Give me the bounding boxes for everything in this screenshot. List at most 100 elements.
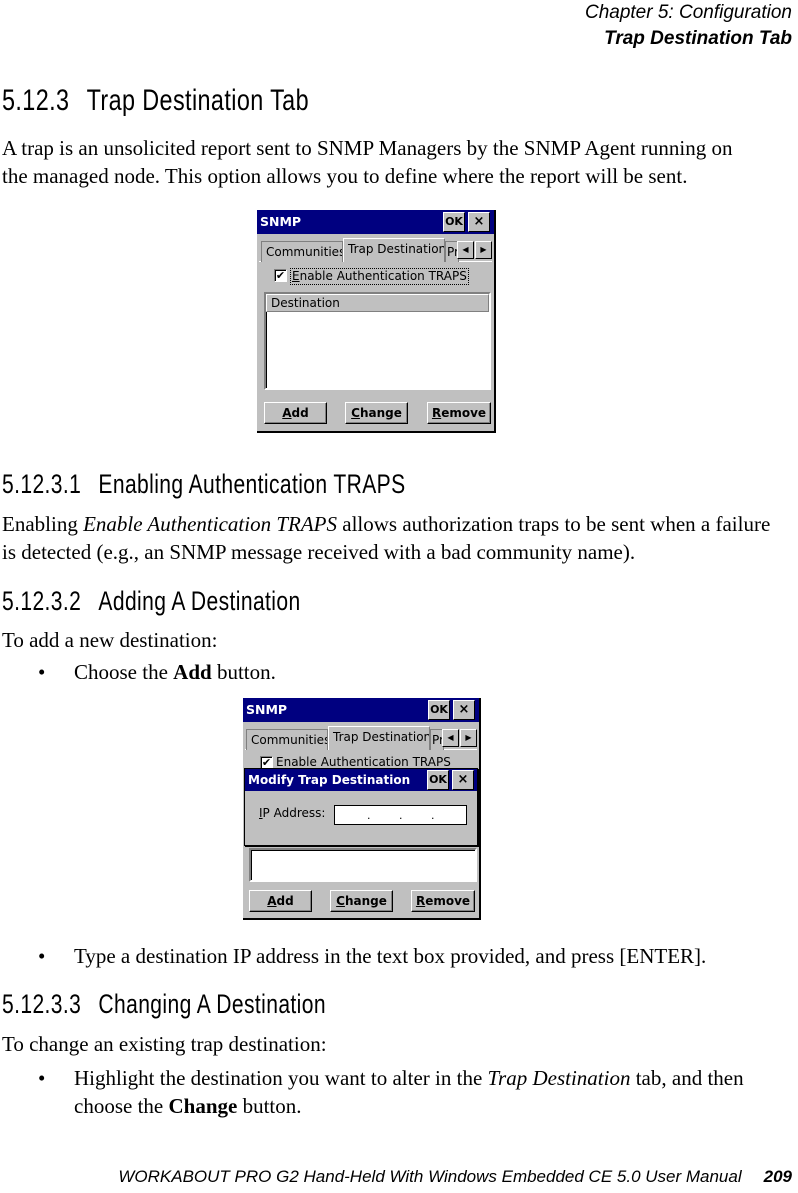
enable-auth-traps-label[interactable]: Enable Authentication TRAPS (290, 268, 469, 285)
window-title: SNMP (246, 702, 288, 717)
text: Enabling (2, 512, 84, 536)
snmp-screenshot-2: SNMP OK × Communities Trap Destination P… (243, 698, 481, 920)
close-button[interactable]: × (468, 212, 490, 232)
ip-octet-separator: . (399, 809, 403, 822)
tab-communities[interactable]: Communities (261, 241, 343, 262)
label-text: P Address: (262, 806, 326, 820)
subsection-2-intro: To add a new destination: (2, 628, 218, 652)
bold-text: Change (168, 1094, 238, 1118)
tab-scroll-left-button[interactable]: ◀ (457, 241, 474, 259)
page-footer: WORKABOUT PRO G2 Hand-Held With Windows … (118, 1167, 792, 1187)
accel-key: A (267, 894, 277, 908)
accel-key: A (282, 406, 292, 420)
dialog-close-button[interactable]: × (452, 770, 474, 790)
destination-list[interactable] (249, 848, 477, 882)
modify-trap-destination-dialog: Modify Trap Destination OK × IP Address:… (244, 768, 478, 846)
tab-scroll-right-button[interactable]: ▶ (475, 241, 492, 259)
arrow-right-icon: ▶ (480, 245, 487, 254)
subsection-3-intro: To change an existing trap destination: (2, 1032, 327, 1056)
accel-key: R (431, 406, 442, 420)
arrow-left-icon: ◀ (447, 733, 454, 742)
chapter-label: Chapter 5: Configuration (584, 2, 792, 23)
button-label: emove (425, 894, 471, 908)
bullet-item: • Choose the Add button. (38, 658, 768, 686)
running-head: Chapter 5: Configuration Trap Destinatio… (585, 0, 792, 52)
subsection-heading-1: 5.12.3.1 Enabling Authentication TRAPS (2, 469, 406, 500)
enable-auth-traps-label[interactable]: Enable Authentication TRAPS (276, 755, 451, 769)
remove-button[interactable]: Remove (411, 890, 475, 912)
ip-octet-separator: . (367, 809, 371, 822)
arrow-left-icon: ◀ (462, 245, 469, 254)
bullet-icon: • (38, 660, 46, 684)
text: Choose the (74, 660, 174, 684)
bullet-item: • Highlight the destination you want to … (38, 1064, 758, 1120)
add-button[interactable]: Add (249, 890, 312, 912)
tab-scroll-right-button[interactable]: ▶ (460, 729, 477, 747)
button-label: emove (441, 406, 487, 420)
checkbox-label-rest: nable Authentication TRAPS (299, 269, 467, 283)
accel-key: C (336, 894, 345, 908)
dialog-title-bar: Modify Trap Destination OK × (245, 769, 477, 791)
dialog-title: Modify Trap Destination (248, 773, 411, 787)
close-button[interactable]: × (453, 700, 475, 720)
change-button[interactable]: Change (345, 402, 408, 424)
subsection-title: Changing A Destination (98, 989, 326, 1019)
close-icon: × (457, 772, 469, 787)
accel-key: C (351, 406, 360, 420)
close-icon: × (473, 214, 485, 229)
button-label: hange (344, 894, 387, 908)
button-label: dd (291, 406, 309, 420)
emphasis: Enable Authentication TRAPS (83, 512, 337, 536)
tab-trap-destination[interactable]: Trap Destination (343, 238, 445, 262)
arrow-right-icon: ▶ (465, 733, 472, 742)
tab-communities[interactable]: Communities (246, 729, 328, 750)
snmp-screenshot-1: SNMP OK × Communities Trap Destination P… (257, 210, 496, 433)
text: Highlight the destination you want to al… (74, 1066, 488, 1090)
bold-text: Add (173, 660, 212, 684)
text: button. (211, 660, 276, 684)
manual-title: WORKABOUT PRO G2 Hand-Held With Windows … (118, 1167, 742, 1186)
subsection-number: 5.12.3.2 (2, 586, 82, 616)
ok-button[interactable]: OK (428, 700, 450, 720)
subsection-number: 5.12.3.1 (2, 469, 82, 499)
subsection-title: Adding A Destination (98, 586, 301, 616)
tab-trap-destination[interactable]: Trap Destination (328, 726, 430, 750)
change-button[interactable]: Change (330, 890, 393, 912)
bullet-item: • Type a destination IP address in the t… (38, 942, 768, 970)
section-number: 5.12.3 (2, 84, 70, 117)
ok-button[interactable]: OK (443, 212, 465, 232)
bullet-icon: • (38, 944, 46, 968)
ip-address-input[interactable]: . . . (334, 805, 467, 825)
section-intro: A trap is an unsolicited report sent to … (2, 136, 733, 188)
tab-scroll-left-button[interactable]: ◀ (442, 729, 459, 747)
remove-button[interactable]: Remove (427, 402, 491, 424)
text: button. (237, 1094, 302, 1118)
ip-address-label: IP Address: (259, 806, 325, 820)
destination-column-header[interactable]: Destination (266, 294, 489, 312)
subsection-number: 5.12.3.3 (2, 989, 82, 1019)
button-label: hange (359, 406, 402, 420)
title-bar: SNMP OK × (257, 210, 494, 234)
section-title: Trap Destination Tab (86, 84, 309, 117)
subsection-heading-3: 5.12.3.3 Changing A Destination (2, 989, 326, 1020)
bullet-text: Type a destination IP address in the tex… (74, 944, 707, 968)
dialog-ok-button[interactable]: OK (427, 770, 449, 790)
page-number: 209 (763, 1167, 792, 1186)
close-icon: × (458, 702, 470, 717)
bullet-icon: • (38, 1066, 46, 1090)
enable-auth-traps-checkbox[interactable]: ✔ (274, 269, 287, 282)
emphasis: Trap Destination (487, 1066, 631, 1090)
subsection-heading-2: 5.12.3.2 Adding A Destination (2, 586, 301, 617)
checkmark-icon: ✔ (275, 269, 286, 282)
add-button[interactable]: Add (264, 402, 327, 424)
subsection-title: Enabling Authentication TRAPS (98, 469, 406, 499)
bullet-text: Highlight the destination you want to al… (74, 1064, 758, 1120)
subsection-1-text: Enabling Enable Authentication TRAPS all… (2, 510, 782, 566)
ip-octet-separator: . (431, 809, 435, 822)
accel-key: R (415, 894, 426, 908)
section-label: Trap Destination Tab (604, 28, 792, 49)
title-bar: SNMP OK × (243, 698, 479, 722)
window-title: SNMP (260, 214, 302, 229)
destination-list[interactable]: Destination (264, 292, 491, 390)
section-heading: 5.12.3 Trap Destination Tab (2, 84, 309, 118)
